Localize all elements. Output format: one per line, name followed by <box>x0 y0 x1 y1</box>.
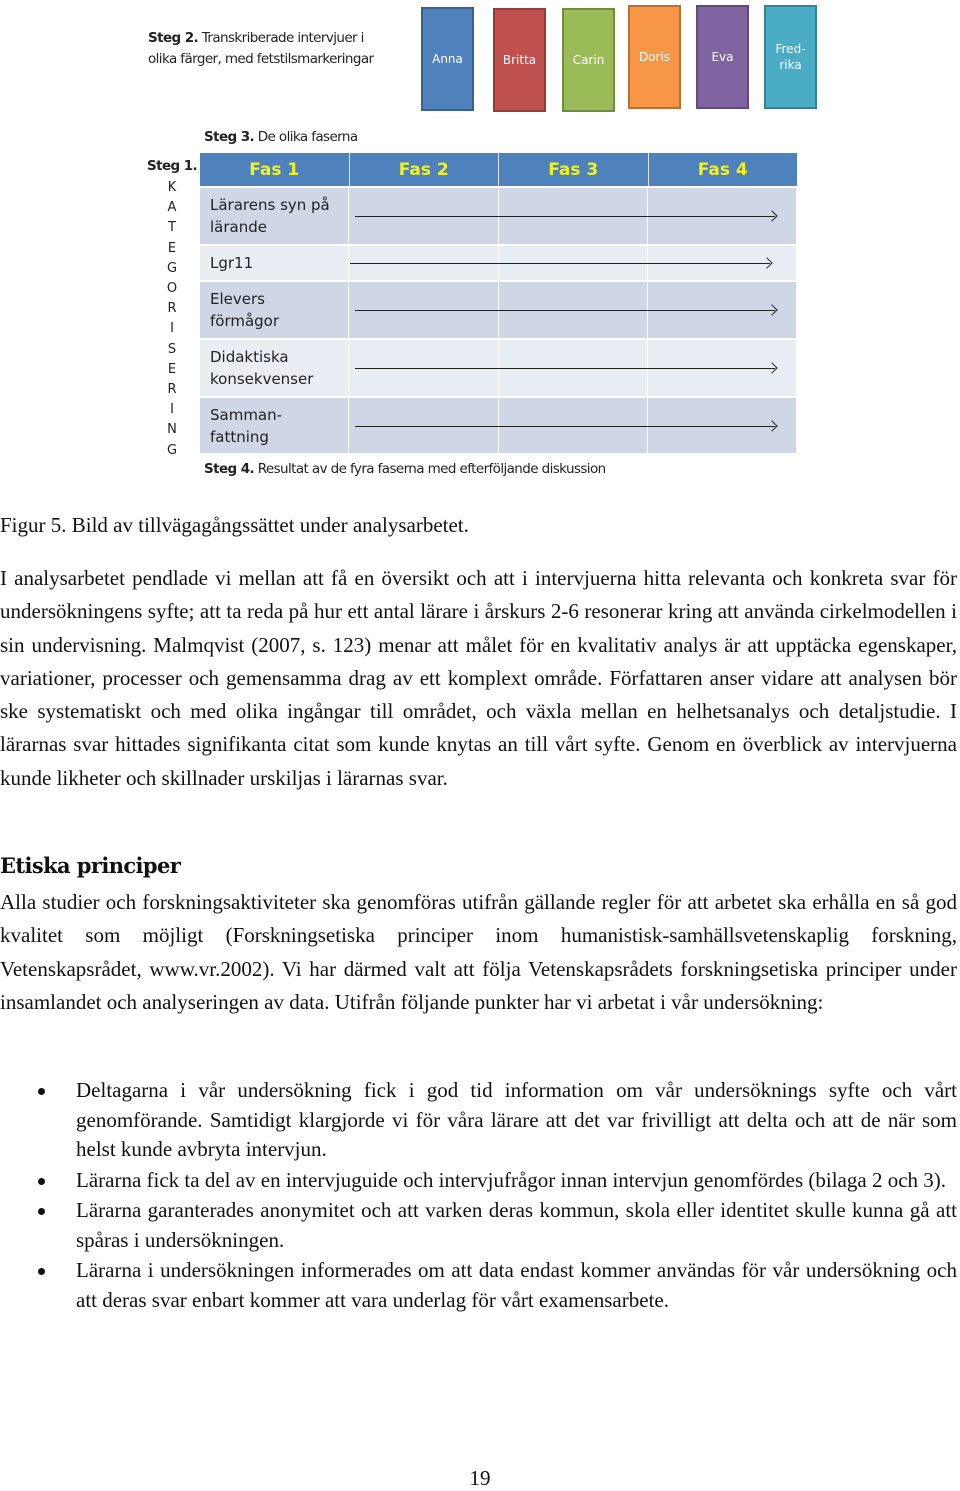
interviewee-boxes: Anna Britta Carin Doris Eva Fred-rika <box>421 5 821 113</box>
category-row-didaktiska-konsekvenser: Didaktiska konsekvenser <box>200 338 797 396</box>
interviewee-name: Carin <box>572 53 605 67</box>
vertical-letter: G <box>166 260 178 276</box>
steg1-label: Steg 1. <box>147 158 198 174</box>
category-label: Elevers förmågor <box>210 290 280 330</box>
section-heading: Etiska principer <box>0 853 181 878</box>
vertical-letter: E <box>167 361 177 377</box>
arrow-icon <box>355 425 775 427</box>
phase-header-row: Fas 1 Fas 2 Fas 3 Fas 4 <box>200 153 797 186</box>
interviewee-name: Britta <box>502 53 537 67</box>
vertical-letter: A <box>167 200 177 216</box>
category-row-lararens-syn: Lärarens syn på lärande <box>200 186 797 244</box>
interviewee-box-carin: Carin <box>562 8 615 112</box>
vertical-letter: I <box>170 402 174 418</box>
steg2-title: Steg 2. <box>148 30 199 46</box>
interviewee-name-line2: rika <box>779 58 802 72</box>
arrow-icon <box>355 310 775 311</box>
vertical-letter: S <box>167 341 177 357</box>
steg4-label: Steg 4. Resultat av de fyra faserna med … <box>204 461 606 477</box>
list-item-text: Lärarna fick ta del av en intervjuguide … <box>76 1167 947 1192</box>
list-item: Lärarna i undersökningen informerades om… <box>0 1256 957 1315</box>
list-item: Lärarna garanterades anonymitet och att … <box>0 1196 957 1255</box>
phase-header-3: Fas 3 <box>499 153 649 186</box>
vertical-letter: R <box>167 301 177 317</box>
interviewee-box-fredrika: Fred-rika <box>764 5 817 109</box>
list-item-text: Deltagarna i vår undersökning fick i god… <box>76 1078 957 1161</box>
steg4-title: Steg 4. <box>204 461 255 477</box>
page-number: 19 <box>469 1466 491 1490</box>
phase-header-4: Fas 4 <box>697 159 748 180</box>
ethics-bullet-list: Deltagarna i vår undersökning fick i god… <box>0 1076 957 1316</box>
interviewee-name: Eva <box>711 50 734 64</box>
category-label: Samman-fattning <box>210 405 283 446</box>
arrow-icon <box>355 216 775 217</box>
steg3-text: De olika faserna <box>254 129 358 145</box>
bullet-icon <box>38 1088 45 1095</box>
bullet-icon <box>38 1177 45 1185</box>
category-row-sammanfattning: Samman-fattning <box>200 396 797 453</box>
category-row-elevers-formagor: Elevers förmågor <box>200 280 797 338</box>
category-label: Lärarens syn på lärande <box>210 196 330 236</box>
steg1-title: Steg 1. <box>147 158 198 174</box>
vertical-letter: N <box>167 422 177 438</box>
vertical-letter: O <box>166 281 178 297</box>
arrow-icon <box>350 263 770 264</box>
interviewee-name: Doris <box>638 50 671 64</box>
vertical-letter: E <box>167 240 177 256</box>
vertical-letter: T <box>168 220 176 236</box>
interviewee-box-doris: Doris <box>628 5 681 109</box>
steg2-text-line1: Transkriberade intervjuer i <box>198 30 365 46</box>
category-label: Didaktiska konsekvenser <box>210 348 314 388</box>
phase-header-2: Fas 2 <box>350 153 499 186</box>
vertical-letter: K <box>167 180 177 195</box>
vertical-letter: R <box>167 382 177 398</box>
list-item-text: Lärarna i undersökningen informerades om… <box>76 1258 957 1312</box>
figure-caption: Figur 5. Bild av tillvägagångssättet und… <box>0 513 469 537</box>
list-item-text: Lärarna garanterades anonymitet och att … <box>76 1198 957 1252</box>
steg3-label: Steg 3. De olika faserna <box>204 129 358 145</box>
steg2-text-line2: olika färger, med fetstilsmarkeringar <box>148 51 374 67</box>
list-item: Deltagarna i vår undersökning fick i god… <box>0 1076 957 1165</box>
vertical-letter: G <box>166 442 178 458</box>
analysis-process-figure: Steg 2. Transkriberade intervjuer i olik… <box>0 0 960 490</box>
interviewee-name-line1: Fred- <box>775 42 806 56</box>
interviewee-box-anna: Anna <box>421 7 474 111</box>
paragraph-analysis: I analysarbetet pendlade vi mellan att f… <box>0 566 957 790</box>
arrow-icon <box>355 368 775 369</box>
interviewee-box-britta: Britta <box>493 8 546 112</box>
phase-table: Fas 1 Fas 2 Fas 3 Fas 4 Lärarens syn på l… <box>200 153 797 453</box>
category-label: Lgr11 <box>210 254 254 272</box>
kategorisering-vertical-text: KATEGORISERING <box>164 178 180 461</box>
steg4-text: Resultat av de fyra faserna med efterföl… <box>254 461 606 477</box>
bullet-icon <box>38 1268 45 1275</box>
vertical-letter: I <box>170 321 174 337</box>
interviewee-box-eva: Eva <box>696 5 749 109</box>
phase-header-1: Fas 1 <box>200 153 350 186</box>
paragraph-ethics: Alla studier och forskningsaktiviteter s… <box>0 890 957 1014</box>
list-item: Lärarna fick ta del av en intervjuguide … <box>0 1166 957 1196</box>
category-row-lgr11: Lgr11 <box>200 244 797 280</box>
steg2-label: Steg 2. Transkriberade intervjuer i olik… <box>148 28 374 70</box>
steg3-title: Steg 3. <box>204 129 255 145</box>
interviewee-name: Anna <box>432 52 463 66</box>
bullet-icon <box>38 1208 45 1215</box>
